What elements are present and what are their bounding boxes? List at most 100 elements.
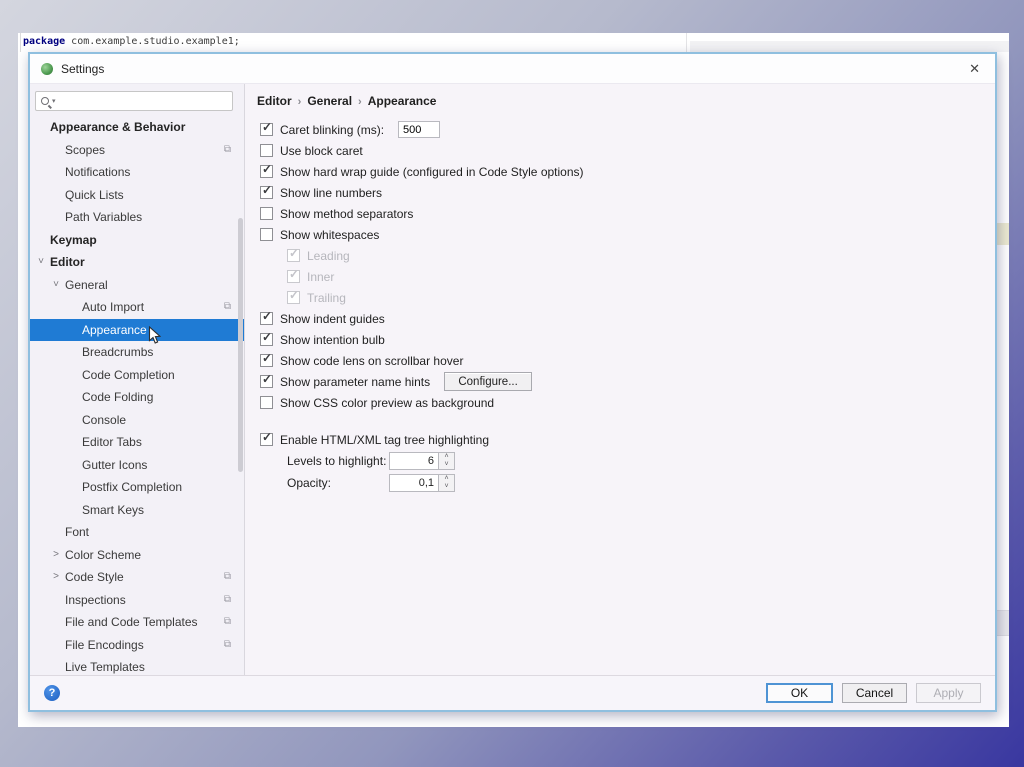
spinner-up-icon[interactable]: ˄ xyxy=(439,475,454,483)
option-row-inner: ✓ Inner xyxy=(257,266,995,287)
checkbox[interactable]: ✓ xyxy=(260,330,273,346)
opacity-value[interactable]: 0,1 xyxy=(389,474,439,492)
opacity-spinner[interactable]: 0,1 ˄ ˅ xyxy=(389,474,455,492)
check-icon: ✓ xyxy=(262,120,273,134)
sidebar-item-code-folding[interactable]: Code Folding xyxy=(30,386,244,409)
options-list: ✓ Caret blinking (ms): Use block caret ✓ Sho… xyxy=(257,119,995,413)
spinner-down-icon[interactable]: ˅ xyxy=(439,483,454,491)
close-icon[interactable]: ✕ xyxy=(965,62,984,75)
option-row-trailing: ✓ Trailing xyxy=(257,287,995,308)
checkbox[interactable]: ✓ xyxy=(260,372,273,388)
editor-code-line: package com.example.studio.example1; xyxy=(23,36,240,47)
checkbox[interactable]: ✓ xyxy=(260,162,273,178)
help-icon[interactable]: ? xyxy=(44,685,60,701)
levels-value[interactable]: 6 xyxy=(389,452,439,470)
check-icon: ✓ xyxy=(289,246,300,260)
chevron-right-icon[interactable]: ˃ xyxy=(50,566,62,589)
option-row-show-intention-bulb: ✓ Show intention bulb xyxy=(257,329,995,350)
levels-spinner-buttons: ˄ ˅ xyxy=(439,452,455,470)
settings-main-panel: Editor › General › Appearance ✓ Caret blinkin… xyxy=(245,84,995,675)
checkbox: ✓ xyxy=(287,267,300,283)
dialog-titlebar: Settings ✕ xyxy=(30,54,995,84)
checkbox[interactable] xyxy=(260,396,273,409)
sidebar-item-label: Inspections xyxy=(65,592,126,607)
option-row-show-parameter-name-hints: ✓ Show parameter name hints Configure... xyxy=(257,371,995,392)
sidebar-item-label: Keymap xyxy=(50,232,97,247)
sidebar-item-editor[interactable]: ˅ Editor xyxy=(30,251,244,274)
option-label: Enable HTML/XML tag tree highlighting xyxy=(280,432,490,447)
dialog-content: ▾ Appearance & Behavior Scopes ⧉ Notificati… xyxy=(30,84,995,675)
chevron-right-icon[interactable]: ˃ xyxy=(50,544,62,567)
breadcrumb-item-appearance[interactable]: Appearance xyxy=(368,94,437,108)
sidebar-item-label: Code Folding xyxy=(82,390,154,404)
sidebar-item-console[interactable]: Console xyxy=(30,409,244,432)
apply-button[interactable]: Apply xyxy=(916,683,981,703)
sidebar-item-keymap[interactable]: Keymap xyxy=(30,229,244,252)
sidebar-item-path-variables[interactable]: Path Variables xyxy=(30,206,244,229)
chevron-down-icon[interactable]: ˅ xyxy=(35,251,47,274)
option-row-enable-tag-tree: ✓ Enable HTML/XML tag tree highlighting xyxy=(257,429,995,450)
sidebar-item-auto-import[interactable]: Auto Import ⧉ xyxy=(30,296,244,319)
chevron-down-icon[interactable]: ˅ xyxy=(50,274,62,297)
checkbox[interactable] xyxy=(260,207,273,220)
option-label: Show line numbers xyxy=(280,185,383,200)
sidebar-item-code-completion[interactable]: Code Completion xyxy=(30,364,244,387)
sidebar-item-live-templates[interactable]: Live Templates xyxy=(30,656,244,679)
sidebar-item-label: Postfix Completion xyxy=(82,480,183,494)
sidebar-item-breadcrumbs[interactable]: Breadcrumbs xyxy=(30,341,244,364)
sidebar-item-font[interactable]: Font xyxy=(30,521,244,544)
check-icon: ✓ xyxy=(262,162,273,176)
check-icon: ✓ xyxy=(262,309,273,323)
sidebar-item-notifications[interactable]: Notifications xyxy=(30,161,244,184)
sidebar-scrollbar[interactable] xyxy=(238,218,243,472)
check-icon: ✓ xyxy=(262,330,273,344)
sidebar-item-file-and-code-templates[interactable]: File and Code Templates ⧉ xyxy=(30,611,244,634)
shared-settings-icon: ⧉ xyxy=(223,301,231,312)
checkbox[interactable]: ✓ xyxy=(260,309,273,325)
sidebar-item-label: Gutter Icons xyxy=(82,457,148,472)
search-input[interactable] xyxy=(55,93,232,109)
checkbox[interactable] xyxy=(260,228,273,241)
sidebar-item-scopes[interactable]: Scopes ⧉ xyxy=(30,139,244,162)
configure-button[interactable]: Configure... xyxy=(444,372,533,391)
caret-blinking-ms-input[interactable] xyxy=(398,121,441,138)
sidebar-item-appearance[interactable]: Appearance xyxy=(30,318,244,344)
sidebar-item-smart-keys[interactable]: Smart Keys xyxy=(30,499,244,522)
search-box[interactable]: ▾ xyxy=(35,91,233,111)
settings-sidebar: ▾ Appearance & Behavior Scopes ⧉ Notificati… xyxy=(30,84,245,675)
option-label: Show code lens on scrollbar hover xyxy=(280,353,464,368)
sidebar-item-gutter-icons[interactable]: Gutter Icons xyxy=(30,454,244,477)
spinner-up-icon[interactable]: ˄ xyxy=(439,453,454,461)
sidebar-item-quick-lists[interactable]: Quick Lists xyxy=(30,184,244,207)
dialog-footer: ? OK Cancel Apply xyxy=(30,675,995,710)
dialog-title: Settings xyxy=(61,61,105,76)
sidebar-item-postfix-completion[interactable]: Postfix Completion xyxy=(30,476,244,499)
sidebar-item-inspections[interactable]: Inspections ⧉ xyxy=(30,589,244,612)
breadcrumb-item-general[interactable]: General xyxy=(307,94,352,108)
checkbox[interactable] xyxy=(260,144,273,157)
shared-settings-icon: ⧉ xyxy=(223,616,231,627)
breadcrumb-item-editor[interactable]: Editor xyxy=(257,94,292,108)
checkbox[interactable]: ✓ xyxy=(260,120,273,136)
checkbox[interactable]: ✓ xyxy=(260,430,273,446)
sidebar-tree: Appearance & Behavior Scopes ⧉ Notification… xyxy=(30,116,244,679)
checkbox[interactable]: ✓ xyxy=(260,351,273,367)
sidebar-item-code-style[interactable]: ˃ Code Style ⧉ xyxy=(30,566,244,589)
levels-spinner[interactable]: 6 ˄ ˅ xyxy=(389,452,455,470)
option-label: Inner xyxy=(307,269,335,284)
sidebar-item-appearance-behavior[interactable]: Appearance & Behavior xyxy=(30,116,244,139)
sidebar-item-label: Appearance & Behavior xyxy=(50,120,186,134)
sidebar-item-file-encodings[interactable]: File Encodings ⧉ xyxy=(30,634,244,657)
checkbox[interactable]: ✓ xyxy=(260,183,273,199)
sidebar-item-color-scheme[interactable]: ˃ Color Scheme xyxy=(30,544,244,567)
option-label: Show whitespaces xyxy=(280,227,380,242)
sidebar-item-editor-tabs[interactable]: Editor Tabs xyxy=(30,431,244,454)
cancel-button[interactable]: Cancel xyxy=(842,683,907,703)
sidebar-item-general[interactable]: ˅ General xyxy=(30,274,244,297)
ok-button[interactable]: OK xyxy=(766,683,833,703)
option-row-show-code-lens-on-scrollbar-hover: ✓ Show code lens on scrollbar hover xyxy=(257,350,995,371)
sidebar-item-label: Font xyxy=(65,525,90,539)
spinner-down-icon[interactable]: ˅ xyxy=(439,461,454,469)
option-label: Show hard wrap guide (configured in Code… xyxy=(280,164,584,179)
option-row-use-block-caret: Use block caret xyxy=(257,140,995,161)
